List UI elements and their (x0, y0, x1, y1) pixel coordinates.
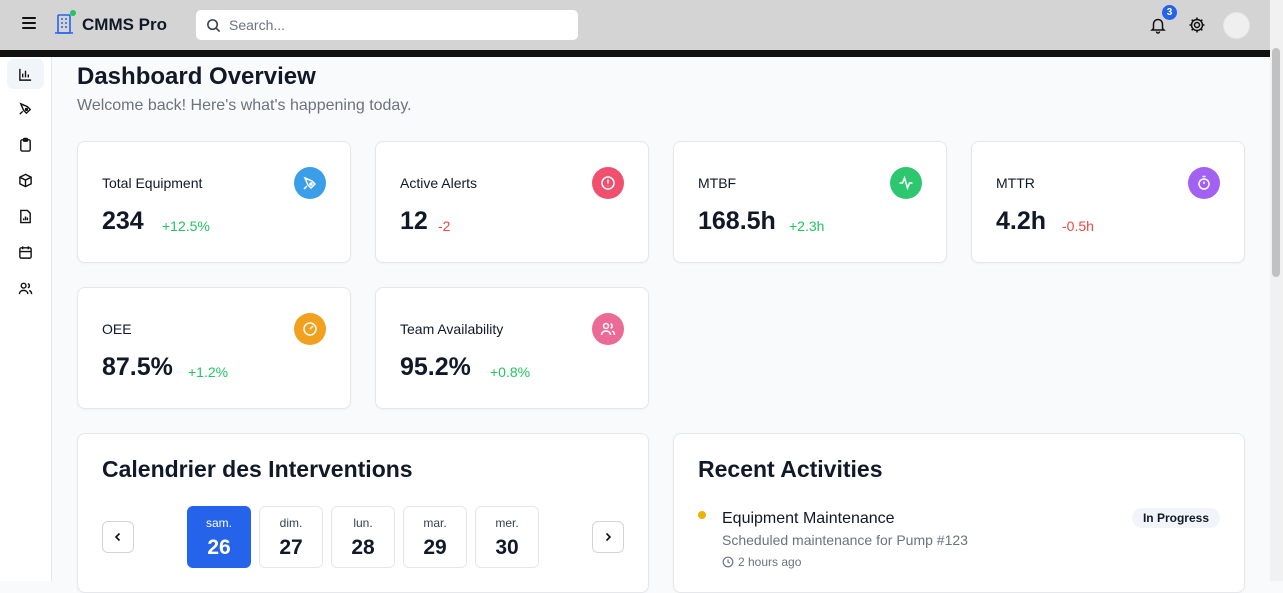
menu-icon[interactable] (22, 17, 36, 31)
stat-value: 4.2h (996, 207, 1047, 235)
activities-title: Recent Activities (698, 456, 883, 482)
stat-change: +0.8% (490, 364, 531, 380)
gauge-icon (294, 313, 326, 345)
day-number: 26 (207, 536, 231, 559)
page-subtitle: Welcome back! Here's what's happening to… (77, 97, 412, 114)
stat-label: Team Availability (400, 321, 504, 337)
day-name: lun. (353, 516, 373, 530)
sidebar-item-work-orders[interactable] (7, 129, 44, 159)
chevron-left-icon (114, 532, 121, 542)
stat-label: OEE (102, 321, 132, 337)
recent-activities-card: Recent Activities Equipment Maintenance … (673, 433, 1245, 593)
alert-circle-icon (592, 167, 624, 199)
clipboard-icon (20, 137, 31, 152)
stat-value: 234 (102, 207, 144, 235)
activity-title[interactable]: Equipment Maintenance (722, 510, 895, 528)
stat-card-oee: OEE 87.5% +1.2% (77, 287, 351, 409)
day-name: mer. (495, 516, 519, 530)
activity-icon (890, 167, 922, 199)
calendar-day[interactable]: mar. 29 (403, 506, 467, 568)
users-icon (18, 282, 33, 294)
sidebar (0, 57, 52, 581)
day-name: dim. (279, 516, 303, 530)
clock-icon (722, 556, 734, 568)
sidebar-item-inventory[interactable] (7, 165, 44, 195)
stat-change: +1.2% (188, 364, 229, 380)
sidebar-item-reports[interactable] (7, 201, 44, 231)
building-icon (55, 14, 73, 34)
activity-time: 2 hours ago (722, 555, 801, 569)
stat-change: -0.5h (1062, 218, 1094, 234)
stat-label: Active Alerts (400, 175, 478, 191)
status-dot (698, 511, 706, 519)
stat-label: Total Equipment (102, 175, 203, 191)
report-file-icon (20, 209, 31, 223)
calendar-day[interactable]: lun. 28 (331, 506, 395, 568)
timer-icon (1188, 167, 1220, 199)
day-name: sam. (205, 516, 232, 530)
day-number: 27 (279, 536, 303, 559)
page-title: Dashboard Overview (77, 63, 316, 90)
prev-week-button[interactable] (102, 521, 134, 553)
day-number: 30 (495, 536, 519, 559)
status-badge: In Progress (1131, 508, 1220, 528)
package-icon (19, 173, 32, 187)
bar-chart-icon (19, 68, 32, 81)
stat-value: 12 (400, 207, 428, 235)
wrench-icon (19, 101, 32, 115)
activity-time-text: 2 hours ago (738, 555, 802, 569)
calendar-day[interactable]: mer. 30 (475, 506, 539, 568)
calendar-icon (19, 245, 32, 259)
activity-description: Scheduled maintenance for Pump #123 (722, 532, 968, 548)
chevron-right-icon (605, 532, 612, 542)
stat-card-total-equipment: Total Equipment 234 +12.5% (77, 141, 351, 263)
stat-label: MTTR (996, 175, 1035, 191)
stat-card-mttr: MTTR 4.2h -0.5h (971, 141, 1245, 263)
stat-card-active-alerts: Active Alerts 12 -2 (375, 141, 649, 263)
day-number: 28 (351, 536, 375, 559)
calendar-card: Calendrier des Interventions sam. 26 dim… (77, 433, 649, 593)
stat-card-mtbf: MTBF 168.5h +2.3h (673, 141, 947, 263)
stat-change: -2 (438, 218, 451, 234)
scrollbar-thumb[interactable] (1272, 48, 1280, 277)
top-bar: CMMS Pro 3 (0, 0, 1270, 50)
search-input[interactable] (229, 17, 549, 33)
users-icon (592, 313, 624, 345)
app-title: CMMS Pro (82, 15, 167, 34)
calendar-title: Calendrier des Interventions (102, 456, 413, 482)
stat-change: +2.3h (789, 218, 825, 234)
stat-change: +12.5% (162, 218, 210, 234)
stat-label: MTBF (698, 175, 737, 191)
header-divider (0, 50, 1270, 57)
sidebar-item-calendar[interactable] (7, 237, 44, 267)
calendar-day[interactable]: sam. 26 (187, 506, 251, 568)
sidebar-item-equipment[interactable] (7, 93, 44, 123)
stat-card-team-availability: Team Availability 95.2% +0.8% (375, 287, 649, 409)
search-icon (207, 18, 221, 32)
wrench-icon (294, 167, 326, 199)
day-name: mar. (423, 516, 447, 530)
next-week-button[interactable] (592, 521, 624, 553)
avatar[interactable] (1223, 12, 1250, 39)
stat-value: 87.5% (102, 353, 173, 381)
day-number: 29 (423, 536, 447, 559)
calendar-day[interactable]: dim. 27 (259, 506, 323, 568)
notification-badge: 3 (1162, 5, 1177, 20)
stat-value: 168.5h (698, 207, 776, 235)
stat-value: 95.2% (400, 353, 471, 381)
status-dot (70, 10, 76, 16)
sidebar-item-team[interactable] (7, 273, 44, 303)
gear-icon[interactable] (1188, 16, 1206, 34)
sidebar-item-dashboard[interactable] (7, 59, 44, 89)
search-box[interactable] (195, 9, 579, 41)
